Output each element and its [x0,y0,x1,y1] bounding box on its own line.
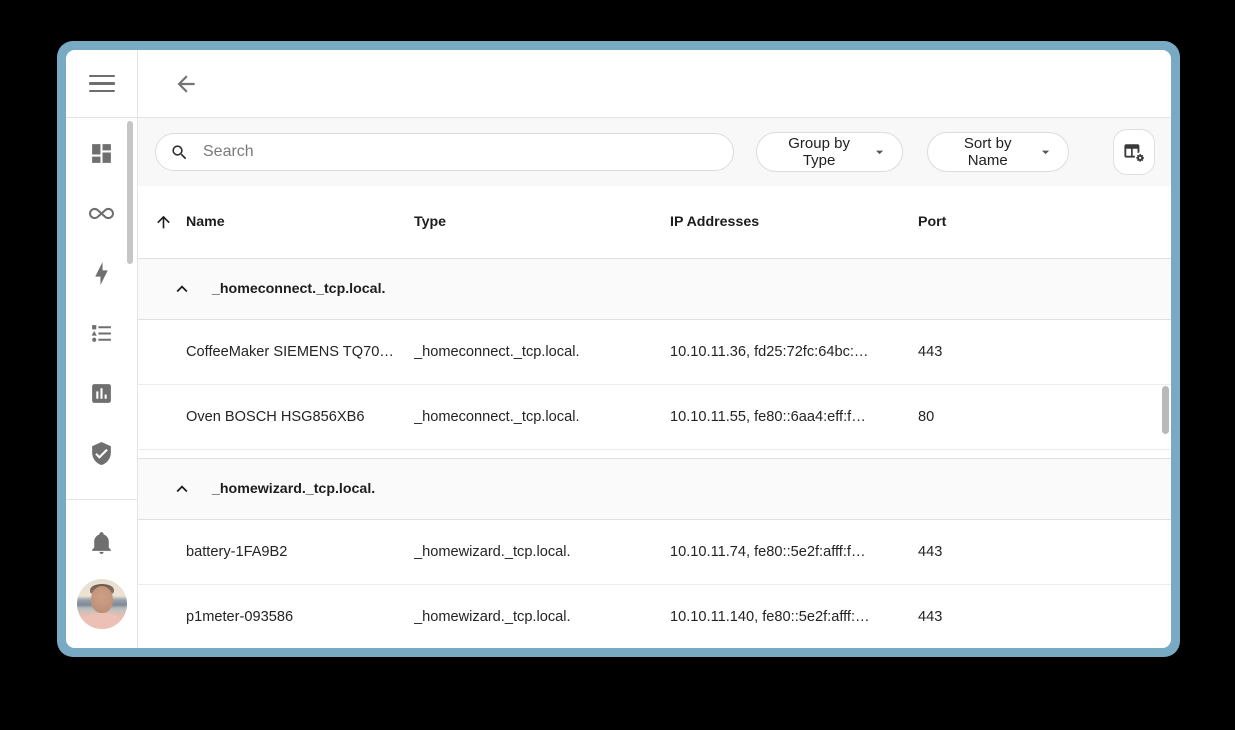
sidebar-divider [66,499,137,500]
table-row[interactable]: battery-1FA9B2 _homewizard._tcp.local. 1… [138,520,1171,585]
data-table: Name Type IP Addresses Port _homeconnect… [138,186,1171,648]
group-spacer [138,450,1171,458]
cell-name: Oven BOSCH HSG856XB6 [186,409,414,425]
table-settings-button[interactable] [1113,129,1155,175]
hamburger-menu-icon[interactable] [89,75,115,92]
user-avatar[interactable] [77,579,127,629]
toolbar: Group by Type Sort by Name [138,118,1171,186]
sidebar-item-security[interactable] [66,423,137,483]
todo-list-icon [89,321,114,346]
table-header-row: Name Type IP Addresses Port [138,186,1171,258]
group-by-dropdown[interactable]: Group by Type [756,132,903,172]
cell-ip: 10.10.11.55, fe80::6aa4:eff:f… [670,409,918,425]
app-window: Group by Type Sort by Name [66,50,1171,648]
lightning-bolt-icon [89,261,114,286]
column-header-type[interactable]: Type [414,214,670,230]
avatar-photo-shape [91,586,113,613]
cell-ip: 10.10.11.140, fe80::5e2f:afff:… [670,609,918,625]
dashboard-icon [89,141,114,166]
app-window-frame: Group by Type Sort by Name [57,41,1180,657]
chevron-down-icon [1037,142,1054,162]
cell-type: _homeconnect._tcp.local. [414,344,670,360]
cell-port: 80 [918,409,1171,425]
table-row[interactable]: Oven BOSCH HSG856XB6 _homeconnect._tcp.l… [138,385,1171,450]
sort-ascending-arrow-icon [154,213,173,232]
cell-name: battery-1FA9B2 [186,544,414,560]
sidebar-header [66,50,137,118]
sidebar-item-todo[interactable] [66,303,137,363]
bell-icon [89,530,114,555]
chart-box-icon [89,381,114,406]
search-input[interactable] [201,142,719,162]
chevron-down-icon [871,142,888,162]
sidebar-scrollbar[interactable] [127,121,133,264]
chevron-up-icon [171,478,193,500]
main-panel: Group by Type Sort by Name [138,50,1171,648]
back-button[interactable] [169,67,203,101]
sort-by-label: Sort by Name [948,135,1027,169]
table-row[interactable]: CoffeeMaker SIEMENS TQ70… _homeconnect._… [138,320,1171,385]
group-by-label: Group by Type [777,135,861,169]
table-scrollbar[interactable] [1162,386,1169,434]
column-header-ip[interactable]: IP Addresses [670,214,918,230]
column-header-name[interactable]: Name [186,214,414,230]
cell-port: 443 [918,544,1171,560]
table-settings-icon [1122,140,1147,165]
infinity-icon [89,201,114,226]
group-header-homewizard[interactable]: _homewizard._tcp.local. [138,458,1171,520]
group-header-homeconnect[interactable]: _homeconnect._tcp.local. [138,258,1171,320]
cell-type: _homeconnect._tcp.local. [414,409,670,425]
arrow-left-icon [173,71,199,97]
search-icon [170,143,189,162]
column-header-port[interactable]: Port [918,214,1171,230]
cell-name: p1meter-093586 [186,609,414,625]
sidebar-item-history[interactable] [66,363,137,423]
cell-type: _homewizard._tcp.local. [414,609,670,625]
cell-name: CoffeeMaker SIEMENS TQ70… [186,344,414,360]
cell-ip: 10.10.11.74, fe80::5e2f:afff:f… [670,544,918,560]
shield-check-icon [89,441,114,466]
screen-background: Group by Type Sort by Name [0,0,1235,730]
chevron-up-icon [171,278,193,300]
cell-port: 443 [918,344,1171,360]
group-label: _homeconnect._tcp.local. [212,281,385,297]
cell-ip: 10.10.11.36, fd25:72fc:64bc:… [670,344,918,360]
top-bar [138,50,1171,118]
sort-by-dropdown[interactable]: Sort by Name [927,132,1069,172]
sidebar [66,50,138,648]
table-row[interactable]: p1meter-093586 _homewizard._tcp.local. 1… [138,585,1171,648]
sidebar-item-notifications[interactable] [66,512,137,572]
avatar-photo-shape [83,613,121,629]
search-box [155,133,734,171]
group-label: _homewizard._tcp.local. [212,481,375,497]
cell-type: _homewizard._tcp.local. [414,544,670,560]
cell-port: 443 [918,609,1171,625]
